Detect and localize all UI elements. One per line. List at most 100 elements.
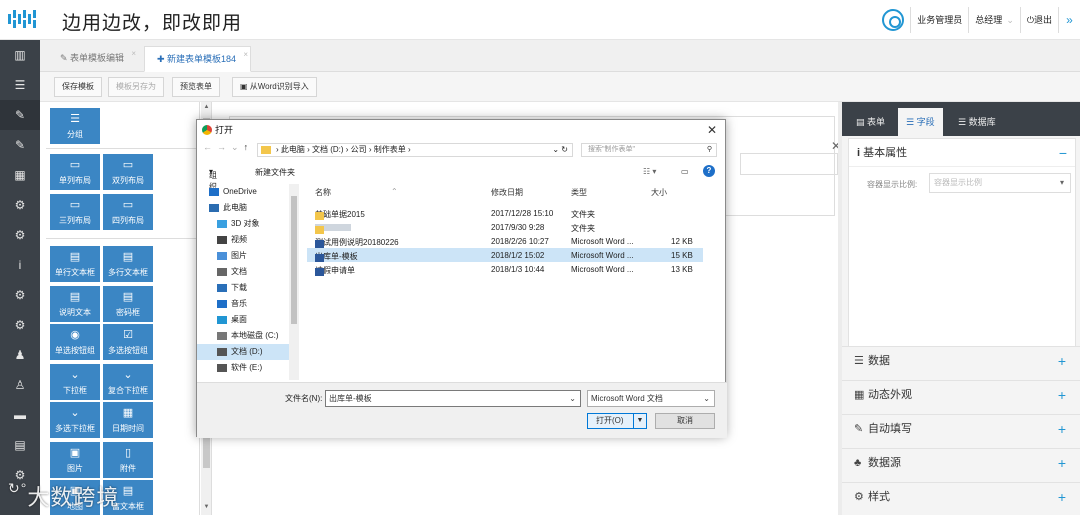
scroll-down-icon[interactable]: ▼ <box>201 504 212 510</box>
palette-item[interactable]: ▤ 密码框 <box>103 286 153 322</box>
palette-item[interactable]: ▦ 日期时间 <box>103 402 153 438</box>
cog-icon-4[interactable]: ⚙ <box>0 310 40 340</box>
search-input[interactable]: 搜索"制作表单" ⚲ <box>581 143 717 157</box>
palette-item[interactable]: ⌄ 多选下拉框 <box>50 402 100 438</box>
edit-alt-icon[interactable]: ✎ <box>0 130 40 160</box>
tab-database[interactable]: ☰ 数据库 <box>950 108 1004 136</box>
tree-item[interactable]: 文档 (D:) <box>197 344 289 360</box>
tree-item[interactable]: 文档 <box>197 264 289 280</box>
scroll-thumb[interactable] <box>291 196 297 324</box>
palette-item[interactable]: ▤ 单行文本框 <box>50 246 100 282</box>
close-icon[interactable]: × <box>243 43 248 67</box>
forward-icon[interactable]: → <box>217 142 226 152</box>
palette-item[interactable]: ▭ 单列布局 <box>50 154 100 190</box>
tree-item[interactable]: 视频 <box>197 232 289 248</box>
tab-field[interactable]: ☰ 字段 <box>898 108 943 136</box>
section-data-source[interactable]: ♣ 数据源 + <box>842 448 1080 476</box>
up-icon[interactable]: ↑ <box>244 142 249 152</box>
file-row[interactable]: 基础单据2015 2017/12/28 15:10 文件夹 <box>307 206 703 220</box>
grid-icon[interactable]: ▥ <box>0 40 40 70</box>
open-button[interactable]: 打开(O) <box>587 413 637 429</box>
address-bar[interactable]: › 此电脑 › 文档 (D:) › 公司 › 制作表单 › ⌄ ↻ <box>257 143 573 157</box>
scroll-up-icon[interactable]: ▲ <box>201 104 212 110</box>
user-icon[interactable]: ♙ <box>0 370 40 400</box>
palette-item[interactable]: ⌄ 下拉框 <box>50 364 100 400</box>
palette-group[interactable]: ☰ 分组 <box>50 108 100 144</box>
new-folder-button[interactable]: 新建文件夹 <box>255 167 295 178</box>
tree-item[interactable]: 图片 <box>197 248 289 264</box>
file-row[interactable]: 出库单-模板 2018/1/2 15:02 Microsoft Word ... 15… <box>307 248 703 262</box>
preview-pane-icon[interactable]: ▭ <box>681 167 689 176</box>
column-header[interactable]: 名称 <box>315 187 331 198</box>
tree-scrollbar[interactable] <box>289 184 299 380</box>
folder-icon[interactable]: ▬ <box>0 400 40 430</box>
breadcrumb-item[interactable]: 此电脑 <box>281 145 305 154</box>
palette-item[interactable]: ▣ 图片 <box>50 442 100 478</box>
breadcrumb-item[interactable]: 文档 (D:) <box>312 145 344 154</box>
file-row[interactable]: 请假申请单 2018/1/3 10:44 Microsoft Word ... 13 … <box>307 262 703 276</box>
palette-item[interactable]: ▭ 四列布局 <box>103 194 153 230</box>
breadcrumb-item[interactable]: 制作表单 <box>374 145 406 154</box>
chevron-down-icon[interactable]: ⌄ <box>231 142 239 152</box>
refresh-icon[interactable]: ⌄ ↻ <box>552 144 568 156</box>
column-header[interactable]: 大小 <box>651 187 667 198</box>
tab-form-template-edit[interactable]: ✎ 表单模板编辑 × <box>48 46 138 72</box>
back-icon[interactable]: ← <box>203 142 212 152</box>
info-icon[interactable]: i <box>0 250 40 280</box>
help-icon[interactable]: ? <box>703 165 715 177</box>
cancel-button[interactable]: 取消 <box>655 413 715 429</box>
file-row[interactable]: 测试用例说明20180226 2018/2/26 10:27 Microsoft W… <box>307 234 703 248</box>
save-as-button[interactable]: 模板另存为 <box>108 77 164 97</box>
filename-input[interactable]: 出库单-模板 ⌄ <box>325 390 581 407</box>
logout-button[interactable]: ⏻退出 <box>1019 7 1058 33</box>
palette-item[interactable]: ⌄ 复合下拉框 <box>103 364 153 400</box>
users-icon[interactable]: ♟ <box>0 340 40 370</box>
palette-item[interactable]: ◉ 单选按钮组 <box>50 324 100 360</box>
chevron-down-icon[interactable]: ⌄ <box>569 391 576 406</box>
save-template-button[interactable]: 保存模板 <box>54 77 102 97</box>
file-row[interactable]: 2017/9/30 9:28 文件夹 <box>307 220 703 234</box>
user-menu[interactable]: 总经理 ⌄ <box>968 7 1020 33</box>
organize-menu[interactable]: 组织 ▾ <box>209 167 217 191</box>
import-word-button[interactable]: ▣ 从Word识别导入 <box>232 77 317 97</box>
filetype-select[interactable]: Microsoft Word 文档 ⌄ <box>587 390 715 407</box>
gear-icon[interactable] <box>882 9 905 31</box>
tree-item[interactable]: OneDrive <box>197 184 289 200</box>
section-header[interactable]: i 基本属性 − <box>849 139 1075 167</box>
cog-icon-2[interactable]: ⚙ <box>0 220 40 250</box>
close-icon[interactable]: × <box>131 42 136 66</box>
tree-item[interactable]: 下载 <box>197 280 289 296</box>
breadcrumb-item[interactable]: 公司 <box>351 145 367 154</box>
view-icon[interactable]: ☷ ▾ <box>643 167 656 176</box>
tab-new-form-template[interactable]: ✚ 新建表单模板184 × <box>144 43 252 72</box>
cog-icon-3[interactable]: ⚙ <box>0 280 40 310</box>
palette-item[interactable]: ☑ 多选按钮组 <box>103 324 153 360</box>
tree-item[interactable]: 软件 (E:) <box>197 360 289 376</box>
column-header[interactable]: 修改日期 <box>491 187 523 198</box>
table-icon[interactable]: ▦ <box>0 160 40 190</box>
palette-item[interactable]: ▤ 说明文本 <box>50 286 100 322</box>
tree-item[interactable]: 本地磁盘 (C:) <box>197 328 289 344</box>
tree-item[interactable]: 3D 对象 <box>197 216 289 232</box>
preview-button[interactable]: 预览表单 <box>172 77 220 97</box>
menu-icon[interactable]: ☰ <box>0 70 40 100</box>
tree-item[interactable]: 音乐 <box>197 296 289 312</box>
palette-item[interactable]: ▯ 附件 <box>103 442 153 478</box>
palette-item[interactable]: ▭ 三列布局 <box>50 194 100 230</box>
palette-item[interactable]: ▤ 多行文本框 <box>103 246 153 282</box>
list-icon[interactable]: ▤ <box>0 430 40 460</box>
group-title-input[interactable] <box>740 153 838 175</box>
close-icon[interactable]: ✕ <box>707 120 717 140</box>
tree-item[interactable]: 桌面 <box>197 312 289 328</box>
section-auto-fill[interactable]: ✎ 自动填写 + <box>842 414 1080 442</box>
open-dropdown-icon[interactable]: ▼ <box>633 413 647 429</box>
collapse-icon[interactable]: − <box>1059 139 1067 167</box>
palette-item[interactable]: ▭ 双列布局 <box>103 154 153 190</box>
column-header[interactable]: 类型 <box>571 187 587 198</box>
tree-item[interactable]: 此电脑 <box>197 200 289 216</box>
section-dynamic-appearance[interactable]: ▦ 动态外观 + <box>842 380 1080 408</box>
section-style[interactable]: ⚙ 样式 + <box>842 482 1080 510</box>
double-chevron-icon[interactable]: » <box>1058 7 1080 33</box>
cog-icon[interactable]: ⚙ <box>0 190 40 220</box>
edit-icon[interactable]: ✎ <box>0 100 40 130</box>
